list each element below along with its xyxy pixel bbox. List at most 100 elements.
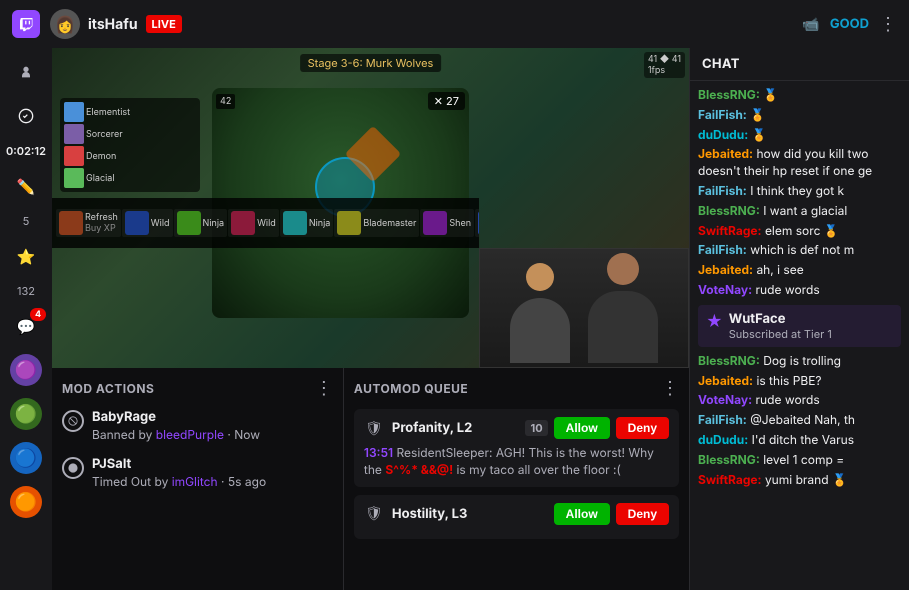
streamer-name[interactable]: itsHafu <box>88 16 138 33</box>
timeout-icon <box>62 457 84 479</box>
chat-msg-jebaited-2: Jebaited: ah, i see <box>698 262 901 279</box>
chat-badge: 4 <box>30 308 46 321</box>
more-options-button[interactable]: ⋮ <box>879 14 897 35</box>
automod-item-1-left: 🛡 Profanity, L2 <box>364 418 472 438</box>
chat-msg-votenay-1: VoteNay: rude words <box>698 282 901 299</box>
automod-item-2-left: 🛡 Hostility, L3 <box>364 504 467 524</box>
mod-action-pjsalt: PJSalt Timed Out by imGlitch · 5s ago <box>62 456 333 489</box>
banned-user-name: BabyRage <box>92 409 260 425</box>
automod-menu[interactable]: ⋮ <box>661 378 679 399</box>
twitch-logo[interactable] <box>12 10 40 38</box>
sub-star-icon: ★ <box>706 311 723 331</box>
game-stage-title: Stage 3-6: Murk Wolves <box>300 54 442 72</box>
chat-msg-failfish-3: FailFish: which is def not m <box>698 242 901 259</box>
automod-item-hostility: 🛡 Hostility, L3 Allow Deny <box>354 495 679 539</box>
mini-player-5: Ninja <box>280 209 334 237</box>
sub-username: WutFace <box>729 311 832 327</box>
sub-notification: ★ WutFace Subscribed at Tier 1 <box>698 305 901 347</box>
chat-msg-swiftrage-1: SwiftRage: elem sorc 🏅 <box>698 223 901 240</box>
sidebar-home-icon[interactable] <box>10 56 42 88</box>
profanity-allow-button[interactable]: Allow <box>554 417 610 439</box>
timeout-detail: Timed Out by imGlitch · 5s ago <box>92 474 266 489</box>
hostility-deny-button[interactable]: Deny <box>616 503 669 525</box>
mod-actions-panel: MOD ACTIONS ⋮ BabyRage Banned by bleedPu… <box>52 368 344 590</box>
streamer-info: 👩 itsHafu LIVE <box>50 9 182 39</box>
mod-actions-menu[interactable]: ⋮ <box>315 378 333 399</box>
sidebar-count-1: 5 <box>23 214 30 228</box>
game-hud-info: 41 ◆ 411fps <box>644 52 685 78</box>
sidebar-star-icon[interactable]: ⭐ <box>10 240 42 272</box>
user-avatar-3[interactable]: 🔵 <box>10 442 42 474</box>
chat-header: CHAT <box>690 48 909 81</box>
automod-profanity-message: 13:51 ResidentSleeper: AGH! This is the … <box>364 445 669 479</box>
chat-msg-failfish-1: FailFish: 🏅 <box>698 107 901 124</box>
shield-profanity-icon: 🛡 <box>364 418 384 438</box>
automod-item-2-header: 🛡 Hostility, L3 Allow Deny <box>364 503 669 525</box>
left-sidebar: 0:02:12 ✏️ 5 ⭐ 132 💬 4 🟣 🟢 🔵 🟠 <box>0 48 52 590</box>
sub-tier-label: Subscribed at Tier 1 <box>729 327 832 341</box>
mini-player-8: Lucian <box>475 209 479 237</box>
stream-timer: 0:02:12 <box>6 144 46 158</box>
chat-msg-votenay-2: VoteNay: rude words <box>698 392 901 409</box>
stream-quality-label: GOOD <box>830 16 869 32</box>
camera-icon: 📹 <box>802 16 819 33</box>
mod-action-babyrage: BabyRage Banned by bleedPurple · Now <box>62 409 333 442</box>
bottom-panels: MOD ACTIONS ⋮ BabyRage Banned by bleedPu… <box>52 368 689 590</box>
mod-action-babyrage-info: BabyRage Banned by bleedPurple · Now <box>92 409 260 442</box>
chat-msg-jebaited-3: Jebaited: is this PBE? <box>698 373 901 390</box>
mini-player-1: RefreshBuy XP <box>56 209 121 237</box>
chat-msg-jebaited-1: Jebaited: how did you kill two doesn't t… <box>698 146 901 180</box>
chat-msg-blessrng-2: BlessRNG: I want a glacial <box>698 203 901 220</box>
sidebar-pen-icon[interactable]: ✏️ <box>10 170 42 202</box>
mod-action-pjsalt-info: PJSalt Timed Out by imGlitch · 5s ago <box>92 456 266 489</box>
sidebar-count-2: 132 <box>17 284 35 298</box>
hostility-allow-button[interactable]: Allow <box>554 503 610 525</box>
timed-out-user-name: PJSalt <box>92 456 266 472</box>
ban-detail: Banned by bleedPurple · Now <box>92 427 260 442</box>
automod-item-2-right: Allow Deny <box>554 503 669 525</box>
game-player-bar: RefreshBuy XP Wild Ninja Wild <box>52 198 479 248</box>
automod-queue-panel: AUTOMOD QUEUE ⋮ 🛡 Profanity, L2 10 Allow <box>344 368 689 590</box>
chat-msg-swiftrage-2: SwiftRage: yumi brand 🏅 <box>698 472 901 489</box>
streamer-avatar[interactable]: 👩 <box>50 9 80 39</box>
automod-header: AUTOMOD QUEUE ⋮ <box>354 378 679 399</box>
mod-actions-title: MOD ACTIONS <box>62 381 154 396</box>
automod-item-profanity: 🛡 Profanity, L2 10 Allow Deny 13:51 Resi… <box>354 409 679 487</box>
automod-hostility-label: Hostility, L3 <box>392 506 467 522</box>
chat-messages: BlessRNG: 🏅 FailFish: 🏅 duDudu: 🏅 Jebait… <box>690 81 909 590</box>
automod-profanity-label: Profanity, L2 <box>392 420 472 436</box>
webcam-overlay <box>479 248 689 368</box>
automod-title: AUTOMOD QUEUE <box>354 381 468 396</box>
sidebar-chat-icon[interactable]: 💬 4 <box>10 310 42 342</box>
game-screen: Stage 3-6: Murk Wolves 41 ◆ 411fps Eleme… <box>52 48 689 368</box>
video-area: Stage 3-6: Murk Wolves 41 ◆ 411fps Eleme… <box>52 48 689 368</box>
user-avatar-1[interactable]: 🟣 <box>10 354 42 386</box>
automod-item-1-header: 🛡 Profanity, L2 10 Allow Deny <box>364 417 669 439</box>
sub-info: WutFace Subscribed at Tier 1 <box>729 311 832 341</box>
chat-msg-blessrng-1: BlessRNG: 🏅 <box>698 87 901 104</box>
mod-actions-header: MOD ACTIONS ⋮ <box>62 378 333 399</box>
top-bar-right: 📹 GOOD ⋮ <box>802 14 897 35</box>
top-bar: 👩 itsHafu LIVE 📹 GOOD ⋮ <box>0 0 909 48</box>
automod-item-1-right: 10 Allow Deny <box>525 417 669 439</box>
profanity-deny-button[interactable]: Deny <box>616 417 669 439</box>
sidebar-audio-icon[interactable] <box>10 100 42 132</box>
mini-player-4: Wild <box>228 209 279 237</box>
main-content: 0:02:12 ✏️ 5 ⭐ 132 💬 4 🟣 🟢 🔵 🟠 Stage 3-6… <box>0 48 909 590</box>
center-panel: Stage 3-6: Murk Wolves 41 ◆ 411fps Eleme… <box>52 48 689 590</box>
mini-player-2: Wild <box>122 209 173 237</box>
profanity-level-badge: 10 <box>525 420 547 436</box>
mini-player-6: Blademaster <box>334 209 419 237</box>
chat-msg-blessrng-4: BlessRNG: level 1 comp = <box>698 452 901 469</box>
shield-hostility-icon: 🛡 <box>364 504 384 524</box>
chat-msg-dududu-2: duDudu: I'd ditch the Varus <box>698 432 901 449</box>
chat-msg-failfish-4: FailFish: @Jebaited Nah, th <box>698 412 901 429</box>
mini-player-7: Shen <box>420 209 474 237</box>
chat-msg-blessrng-3: BlessRNG: Dog is trolling <box>698 353 901 370</box>
live-badge: LIVE <box>146 15 182 33</box>
chat-msg-failfish-2: FailFish: I think they got k <box>698 183 901 200</box>
chat-sidebar: CHAT BlessRNG: 🏅 FailFish: 🏅 duDudu: 🏅 J… <box>689 48 909 590</box>
user-avatar-2[interactable]: 🟢 <box>10 398 42 430</box>
ban-icon <box>62 410 84 432</box>
user-avatar-4[interactable]: 🟠 <box>10 486 42 518</box>
